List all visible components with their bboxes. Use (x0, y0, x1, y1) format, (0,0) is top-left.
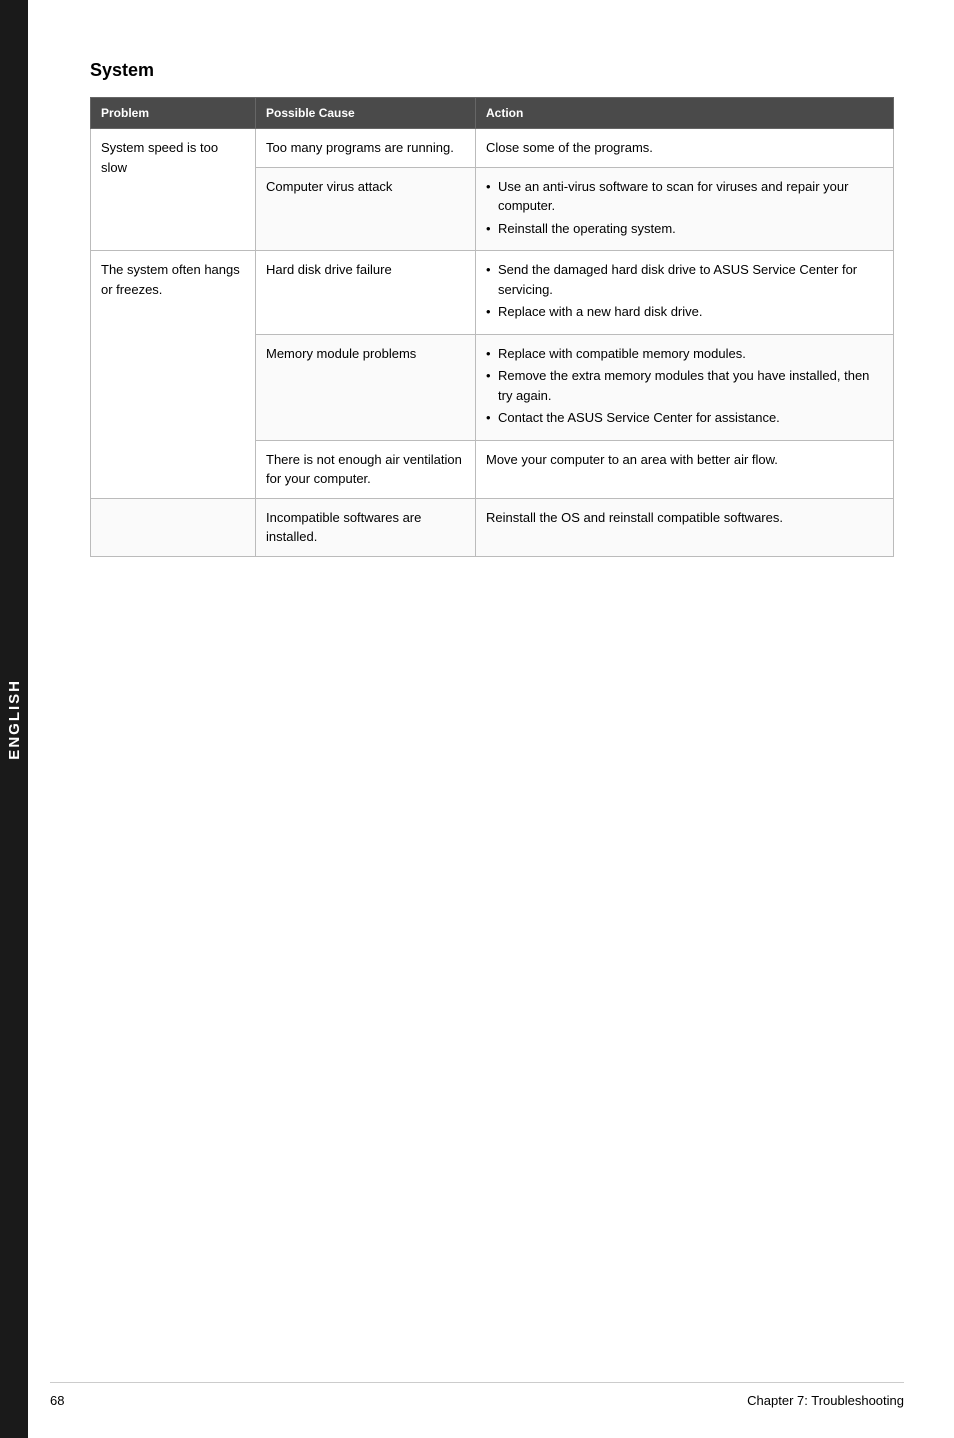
page-number: 68 (50, 1393, 64, 1408)
cell-action: Move your computer to an area with bette… (476, 440, 894, 498)
side-tab-label: ENGLISH (6, 679, 23, 760)
side-tab: ENGLISH (0, 0, 28, 1438)
table-row: The system often hangs or freezes. Hard … (91, 251, 894, 335)
table-row: System speed is too slow Too many progra… (91, 129, 894, 168)
cell-action: Replace with compatible memory modules. … (476, 334, 894, 440)
action-item: Reinstall the operating system. (486, 219, 883, 239)
header-cause: Possible Cause (256, 98, 476, 129)
cell-problem: System speed is too slow (91, 129, 256, 251)
table-row: Incompatible softwares are installed. Re… (91, 498, 894, 556)
action-item: Use an anti-virus software to scan for v… (486, 177, 883, 216)
cell-action: Close some of the programs. (476, 129, 894, 168)
header-problem: Problem (91, 98, 256, 129)
chapter-label: Chapter 7: Troubleshooting (747, 1393, 904, 1408)
action-item: Contact the ASUS Service Center for assi… (486, 408, 883, 428)
cell-cause: Incompatible softwares are installed. (256, 498, 476, 556)
action-item: Send the damaged hard disk drive to ASUS… (486, 260, 883, 299)
main-content: System Problem Possible Cause Action Sys… (50, 0, 954, 617)
troubleshoot-table: Problem Possible Cause Action System spe… (90, 97, 894, 557)
cell-cause: There is not enough air ventilation for … (256, 440, 476, 498)
cell-action: Send the damaged hard disk drive to ASUS… (476, 251, 894, 335)
cell-cause: Hard disk drive failure (256, 251, 476, 335)
cell-action: Reinstall the OS and reinstall compatibl… (476, 498, 894, 556)
cell-cause: Memory module problems (256, 334, 476, 440)
cell-problem (91, 498, 256, 556)
header-action: Action (476, 98, 894, 129)
cell-action: Use an anti-virus software to scan for v… (476, 167, 894, 251)
cell-cause: Computer virus attack (256, 167, 476, 251)
action-item: Remove the extra memory modules that you… (486, 366, 883, 405)
action-item: Replace with a new hard disk drive. (486, 302, 883, 322)
action-item: Replace with compatible memory modules. (486, 344, 883, 364)
section-title: System (90, 60, 894, 81)
cell-problem: The system often hangs or freezes. (91, 251, 256, 499)
cell-cause: Too many programs are running. (256, 129, 476, 168)
footer: 68 Chapter 7: Troubleshooting (50, 1382, 904, 1408)
